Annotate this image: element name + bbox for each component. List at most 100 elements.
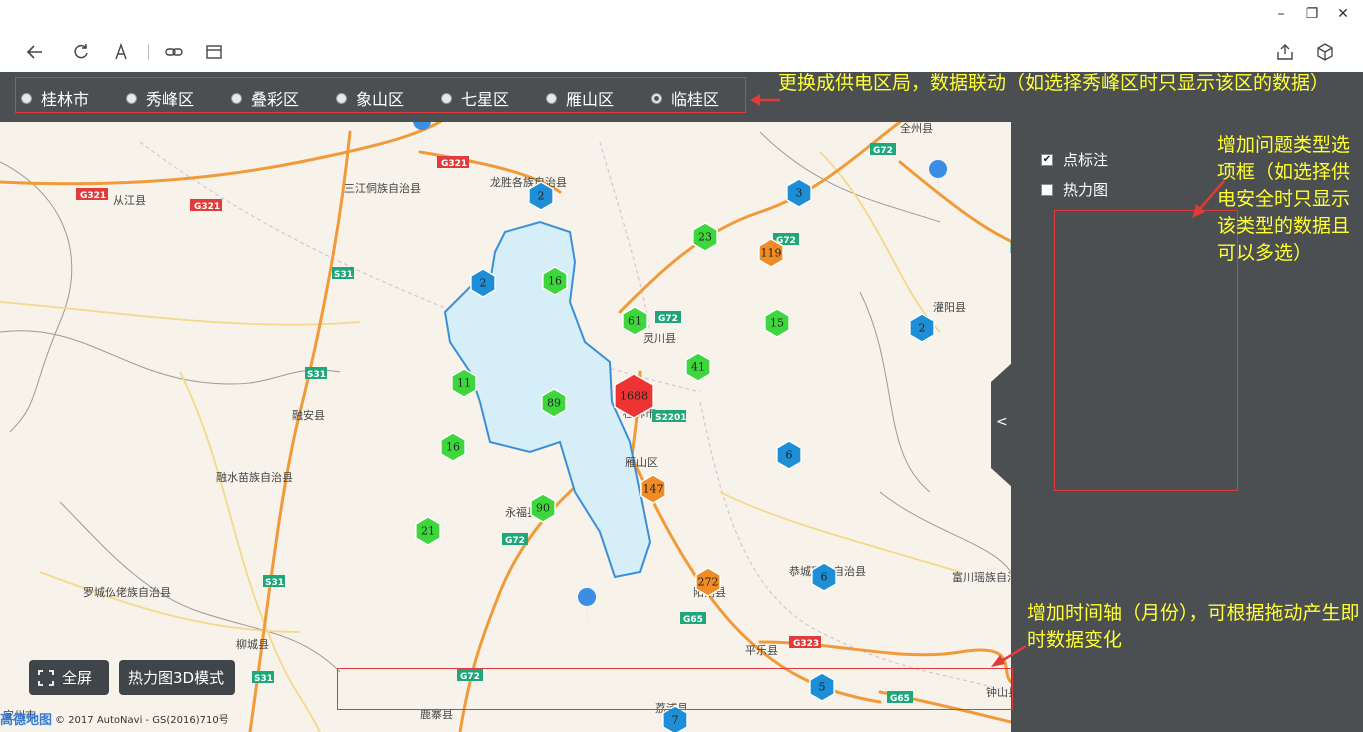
- cluster-count: 2: [919, 322, 926, 335]
- svg-text:S31: S31: [307, 370, 326, 380]
- cluster-marker[interactable]: 119: [758, 238, 784, 268]
- link-icon[interactable]: [160, 38, 188, 66]
- cluster-count: 15: [770, 317, 784, 330]
- radio-icon: [441, 92, 452, 104]
- read-aloud-icon[interactable]: [107, 38, 135, 66]
- cluster-marker[interactable]: 21: [415, 516, 441, 546]
- cluster-count: 7: [672, 714, 679, 727]
- window-titlebar: – ❐ ✕: [0, 0, 1363, 30]
- cluster-count: 90: [536, 502, 550, 515]
- problem-type-placeholder-box: [1054, 210, 1238, 491]
- district-radio-lingui[interactable]: 临桂区: [651, 86, 719, 110]
- svg-text:S31: S31: [334, 270, 353, 280]
- svg-text:从江县: 从江县: [113, 194, 146, 207]
- refresh-icon[interactable]: [67, 38, 95, 66]
- cluster-marker[interactable]: 2: [528, 181, 554, 211]
- district-label: 叠彩区: [251, 90, 300, 109]
- close-button[interactable]: ✕: [1331, 4, 1355, 24]
- copyright-text: © 2017 AutoNavi - GS(2016)710号: [55, 714, 229, 726]
- district-radio-yanshan[interactable]: 雁山区: [546, 86, 614, 110]
- svg-text:三江侗族自治县: 三江侗族自治县: [344, 181, 421, 195]
- cluster-marker[interactable]: 6: [776, 440, 802, 470]
- cluster-count: 2: [480, 277, 487, 290]
- cluster-count: 6: [786, 449, 793, 462]
- cluster-count: 6: [821, 571, 828, 584]
- svg-text:融水苗族自治县: 融水苗族自治县: [216, 470, 293, 484]
- district-label: 雁山区: [566, 90, 615, 109]
- cluster-marker[interactable]: 2: [909, 313, 935, 343]
- svg-text:G321: G321: [441, 159, 467, 169]
- cluster-marker[interactable]: 89: [541, 388, 567, 418]
- svg-text:G72: G72: [505, 536, 525, 546]
- annotation-arrow-icon: [991, 644, 1027, 667]
- radio-icon: [336, 92, 347, 104]
- radio-selected-icon: [651, 92, 662, 104]
- package-icon[interactable]: [1311, 38, 1339, 66]
- cluster-marker[interactable]: 11: [451, 368, 477, 398]
- svg-text:雁山区: 雁山区: [625, 456, 658, 469]
- back-icon[interactable]: [21, 38, 49, 66]
- cluster-count: 1688: [620, 390, 648, 403]
- cluster-marker[interactable]: 23: [692, 222, 718, 252]
- svg-text:融安县: 融安县: [292, 408, 325, 422]
- reader-icon[interactable]: [200, 38, 228, 66]
- share-icon[interactable]: [1271, 38, 1299, 66]
- timeline-annotation: 增加时间轴（月份），可根据拖动产生即时数据变化: [1027, 602, 1360, 651]
- cluster-marker[interactable]: 16: [440, 432, 466, 462]
- cluster-count: 23: [698, 231, 712, 244]
- cluster-marker[interactable]: 272: [695, 567, 721, 597]
- svg-text:G323: G323: [793, 639, 819, 649]
- panel-collapse-tab[interactable]: <: [991, 362, 1013, 488]
- district-radio-group: 桂林市 秀峰区 叠彩区 象山区 七星区 雁山区 临桂区: [15, 77, 746, 113]
- svg-text:S2201: S2201: [655, 413, 687, 423]
- timeline-placeholder-box: [337, 668, 1013, 710]
- heatmap-3d-button[interactable]: 热力图3D模式: [119, 660, 235, 695]
- cluster-marker[interactable]: 3: [786, 178, 812, 208]
- cluster-count: 2: [538, 190, 545, 203]
- district-radio-qixing[interactable]: 七星区: [441, 86, 509, 110]
- svg-text:G321: G321: [80, 191, 106, 201]
- checkbox-icon: [1041, 183, 1053, 196]
- svg-text:龙胜各族自治县: 龙胜各族自治县: [490, 175, 567, 189]
- cluster-marker[interactable]: 15: [764, 308, 790, 338]
- district-annotation: 更换成供电区局，数据联动（如选择秀峰区时只显示该区的数据）: [778, 72, 1330, 94]
- annotation-arrow-icon: [1192, 180, 1225, 218]
- layer-point-markers[interactable]: ✔ 点标注: [1041, 149, 1108, 170]
- district-radio-guilin[interactable]: 桂林市: [21, 86, 89, 110]
- cluster-marker[interactable]: 90: [530, 493, 556, 523]
- map-copyright: 高德地图 © 2017 AutoNavi - GS(2016)710号: [0, 708, 229, 728]
- fullscreen-button[interactable]: 全屏: [29, 660, 109, 695]
- district-radio-diecai[interactable]: 叠彩区: [231, 86, 299, 110]
- svg-text:灌阳县: 灌阳县: [933, 301, 966, 314]
- district-radio-xiufeng[interactable]: 秀峰区: [126, 86, 194, 110]
- toolbar-divider: [148, 44, 149, 60]
- minimize-button[interactable]: –: [1269, 4, 1293, 24]
- svg-text:S31: S31: [254, 674, 273, 684]
- cluster-count: 16: [446, 441, 460, 454]
- district-label: 七星区: [461, 90, 510, 109]
- fullscreen-icon: [38, 669, 54, 686]
- restore-button[interactable]: ❐: [1300, 4, 1324, 24]
- cluster-count: 21: [421, 525, 435, 538]
- layer-heatmap[interactable]: 热力图: [1041, 179, 1108, 200]
- district-label: 象山区: [356, 90, 405, 109]
- cluster-marker[interactable]: 2: [470, 268, 496, 298]
- radio-icon: [231, 92, 242, 104]
- cluster-marker[interactable]: 61: [622, 306, 648, 336]
- district-label: 桂林市: [41, 90, 90, 109]
- district-label: 临桂区: [671, 90, 720, 109]
- radio-icon: [546, 92, 557, 104]
- cluster-marker[interactable]: 41: [685, 352, 711, 382]
- cluster-count: 11: [457, 377, 471, 390]
- cluster-marker[interactable]: 6: [811, 562, 837, 592]
- cluster-marker[interactable]: 16: [542, 266, 568, 296]
- svg-text:柳城县: 柳城县: [236, 637, 269, 651]
- district-label: 秀峰区: [146, 90, 195, 109]
- svg-text:G65: G65: [683, 615, 703, 625]
- type-annotation: 增加问题类型选项框（如选择供电安全时只显示该类型的数据且可以多选）: [1217, 134, 1351, 264]
- district-radio-xiangshan[interactable]: 象山区: [336, 86, 404, 110]
- checkbox-checked-icon: ✔: [1041, 153, 1053, 166]
- map-canvas[interactable]: 全州县 双牌县 三江侗族自治县 龙胜各族自治县 从江县 灌阳县 道县 灵川县 江…: [0, 72, 1363, 732]
- svg-text:G321: G321: [194, 202, 220, 212]
- cluster-marker[interactable]: 147: [640, 474, 666, 504]
